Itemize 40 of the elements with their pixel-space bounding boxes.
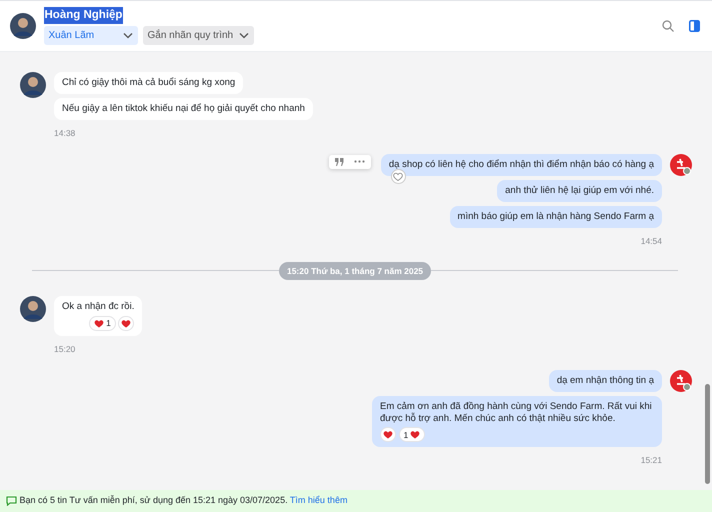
shop-logo	[670, 154, 692, 176]
quote-icon[interactable]	[334, 158, 344, 166]
message-time: 14:54	[640, 234, 662, 248]
side-panel-icon[interactable]	[689, 20, 700, 32]
more-icon[interactable]	[354, 160, 365, 164]
heart-reaction[interactable]	[118, 316, 134, 331]
message-time: 14:38	[54, 127, 76, 140]
contact-name: Hoàng Nghiệp	[44, 6, 124, 24]
message-bubble: anh thử liên hệ lại giúp em với nhé.	[497, 180, 662, 202]
chat-icon	[6, 496, 17, 506]
learn-more-link[interactable]: Tìm hiểu thêm	[290, 495, 348, 506]
search-icon[interactable]	[662, 20, 674, 32]
message-time: 15:20	[54, 342, 76, 356]
label-dropdown[interactable]: Gắn nhãn quy trình	[142, 26, 254, 46]
caret-icon	[122, 32, 132, 40]
heart-icon	[94, 318, 104, 328]
message-bubble: mình báo giúp em là nhận hàng Sendo Farm ạ	[450, 206, 662, 228]
notice-text: Bạn có 5 tin Tư vấn miễn phí, sử dụng đến 15:21 ngày 03/07/2025. Tìm hiểu thêm	[20, 494, 348, 508]
message-time: 15:21	[640, 454, 662, 467]
react-button[interactable]	[390, 168, 406, 184]
person-avatar	[10, 13, 36, 39]
message-text: Ok a nhận đc rồi.	[62, 301, 134, 314]
message-bubble: Nếu giậy a lên tiktok khiếu nại để họ giải quyết cho nhanh	[54, 98, 313, 120]
caret-icon	[239, 32, 250, 40]
heart-outline-icon	[393, 172, 404, 181]
message-text: Em cảm ơn anh đã đồng hành cùng với Sendo Farm. Rất vui khi được hỗ trợ anh. Mến chúc anh có thật nhiều sức khỏe.	[380, 400, 653, 424]
heart-icon	[121, 318, 132, 328]
reaction-count[interactable]: 1	[398, 427, 426, 442]
message-bubble: Chỉ có giậy thôi mà cả buổi sáng kg xong	[54, 72, 244, 94]
scrollbar-thumb[interactable]	[705, 384, 710, 484]
assignee-dropdown[interactable]: Xuân Lãm	[44, 26, 138, 46]
heart-icon	[410, 430, 420, 439]
heart-icon	[383, 430, 393, 439]
message-bubble: dạ em nhận thông tin ạ	[548, 370, 662, 392]
reaction-count[interactable]: 1	[89, 316, 116, 331]
person-avatar	[20, 296, 46, 322]
shop-logo	[670, 370, 692, 392]
heart-reaction[interactable]	[380, 427, 396, 442]
date-separator: 15:20 Thứ ba, 1 tháng 7 năm 2025	[278, 262, 432, 280]
person-avatar	[20, 72, 46, 98]
